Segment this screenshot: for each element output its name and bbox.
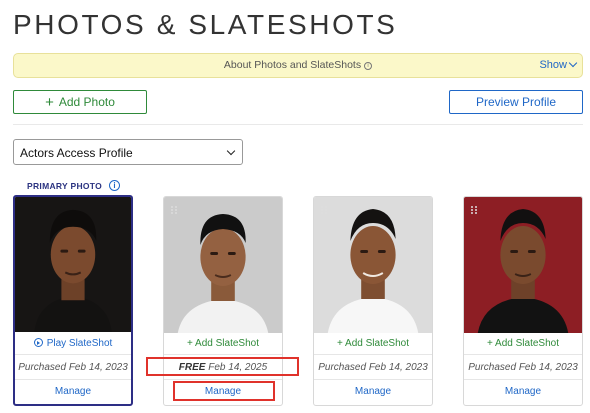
status-text: Purchased Feb 14, 2023 <box>318 362 428 373</box>
headshot-photo[interactable] <box>164 197 282 333</box>
drag-handle-icon[interactable] <box>171 206 177 214</box>
info-icon: i <box>364 62 373 70</box>
card-status: Purchased Feb 14, 2023 <box>464 356 582 380</box>
plus-icon: + <box>45 93 54 111</box>
photo-card: + Add SlateShot Purchased Feb 14, 2023 M… <box>463 196 583 406</box>
manage-link[interactable]: Manage <box>464 381 582 403</box>
primary-photo-label: PRIMARY PHOTO <box>27 181 103 191</box>
preview-profile-button[interactable]: Preview Profile <box>449 90 583 114</box>
highlight-box-status <box>146 357 299 376</box>
status-text: Purchased Feb 14, 2023 <box>468 362 578 373</box>
status-text: Purchased Feb 14, 2023 <box>18 362 128 373</box>
add-photo-label: Add Photo <box>58 95 115 109</box>
manage-link[interactable]: Manage <box>314 381 432 403</box>
show-toggle-label: Show <box>539 59 567 71</box>
chevron-down-icon <box>226 146 236 156</box>
photo-card: Play SlateShot Purchased Feb 14, 2023 Ma… <box>13 195 133 406</box>
divider <box>13 124 583 125</box>
add-slateshot-button[interactable]: + Add SlateShot <box>314 333 432 355</box>
page-title: PHOTOS & SLATESHOTS <box>13 9 398 40</box>
show-toggle[interactable]: Show <box>539 58 578 71</box>
card-status: Purchased Feb 14, 2023 <box>314 356 432 380</box>
manage-link[interactable]: Manage <box>15 381 131 403</box>
headshot-photo[interactable] <box>464 197 582 333</box>
headshot-photo[interactable] <box>15 197 131 332</box>
chevron-down-icon <box>568 58 578 68</box>
about-banner-text-wrap: About Photos and SlateShots i <box>14 59 582 71</box>
drag-handle-icon[interactable] <box>471 206 477 214</box>
add-slateshot-button[interactable]: + Add SlateShot <box>464 333 582 355</box>
about-banner-text: About Photos and SlateShots <box>223 59 362 71</box>
card-status: Purchased Feb 14, 2023 <box>15 356 131 380</box>
highlight-box-manage <box>173 381 275 401</box>
drag-handle-icon[interactable] <box>321 206 327 214</box>
play-slateshot-label: Play SlateShot <box>46 338 113 349</box>
info-icon[interactable]: i <box>109 180 120 191</box>
headshot-photo[interactable] <box>314 197 432 333</box>
add-slateshot-button[interactable]: + Add SlateShot <box>164 333 282 355</box>
profile-select[interactable]: Actors Access Profile <box>13 139 243 165</box>
play-circle-icon <box>33 338 43 347</box>
about-banner: About Photos and SlateShots i Show <box>13 53 583 78</box>
photo-card: + Add SlateShot Purchased Feb 14, 2023 M… <box>313 196 433 406</box>
preview-profile-label: Preview Profile <box>475 95 557 109</box>
play-slateshot-button[interactable]: Play SlateShot <box>15 333 131 355</box>
profile-select-value: Actors Access Profile <box>20 146 133 160</box>
add-photo-button[interactable]: + Add Photo <box>13 90 147 114</box>
